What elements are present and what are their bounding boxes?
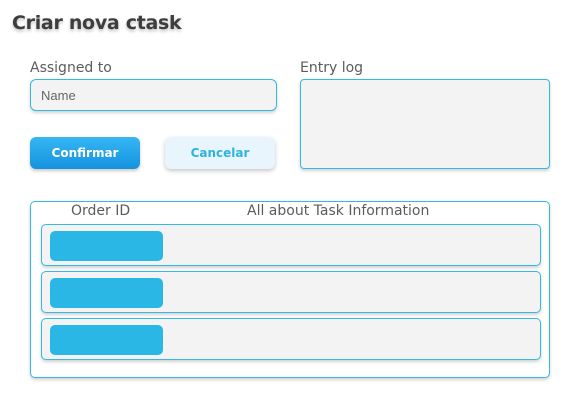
order-id-chip[interactable]	[50, 278, 163, 308]
assigned-to-label: Assigned to	[30, 60, 112, 76]
entry-log-label: Entry log	[300, 60, 364, 76]
task-row[interactable]	[41, 224, 541, 266]
confirm-button[interactable]: Confirmar	[30, 137, 140, 169]
task-info-header: All about Task Information	[247, 203, 430, 219]
task-list-panel: Order ID All about Task Information	[30, 201, 550, 378]
order-id-chip[interactable]	[50, 325, 163, 355]
name-input[interactable]	[30, 79, 277, 111]
task-row[interactable]	[41, 271, 541, 313]
page-title: Criar nova ctask	[12, 12, 182, 34]
order-id-chip[interactable]	[50, 231, 163, 261]
order-id-header: Order ID	[71, 203, 131, 219]
entry-log-textarea[interactable]	[300, 79, 550, 169]
cancel-button[interactable]: Cancelar	[165, 137, 275, 169]
task-row[interactable]	[41, 318, 541, 360]
